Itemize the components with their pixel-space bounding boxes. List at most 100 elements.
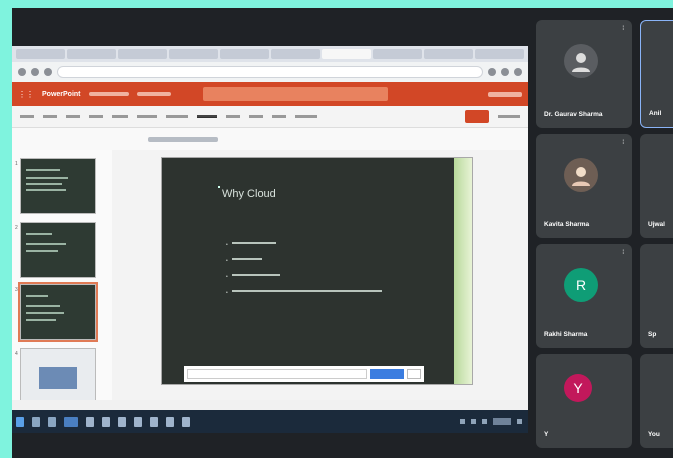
ribbon-command[interactable] <box>148 136 218 142</box>
app-icon[interactable] <box>86 416 94 427</box>
mic-off-icon: ⁞ <box>622 26 624 32</box>
ribbon-tab[interactable] <box>112 115 128 118</box>
participant-tile[interactable]: Anil <box>640 20 673 128</box>
extensions-icon[interactable] <box>501 68 509 76</box>
mic-off-icon: ⁞ <box>622 250 624 256</box>
slide-thumbnails: 1 2 3 4 <box>12 150 112 404</box>
slide-canvas[interactable]: Why Cloud <box>162 158 472 384</box>
app-name: PowerPoint <box>42 90 81 98</box>
app-icon[interactable] <box>134 416 142 427</box>
app-icon[interactable] <box>118 416 126 427</box>
slide-number: 3 <box>15 287 18 293</box>
search-icon[interactable] <box>32 416 40 427</box>
profile-icon[interactable] <box>514 68 522 76</box>
ribbon-tab-active[interactable] <box>197 115 217 118</box>
avatar <box>564 158 598 192</box>
battery-icon[interactable] <box>482 419 487 424</box>
participant-name: Ujwal <box>648 221 665 228</box>
network-icon[interactable] <box>460 419 465 424</box>
slide-number: 1 <box>15 161 18 167</box>
url-field[interactable] <box>57 66 483 78</box>
user-photo-icon <box>572 167 590 186</box>
forward-icon[interactable] <box>31 68 39 76</box>
thumbnail-image <box>39 367 77 389</box>
present-button[interactable] <box>465 110 489 123</box>
clock[interactable] <box>493 418 511 425</box>
mic-off-icon: ⁞ <box>622 140 624 146</box>
participant-tile[interactable]: ⁞ R Rakhi Sharma <box>536 244 632 348</box>
slide-bullet <box>226 290 382 296</box>
comments-button[interactable] <box>498 115 520 118</box>
ribbon-tab[interactable] <box>295 115 317 118</box>
file-name-extra <box>136 92 171 96</box>
app-icon[interactable] <box>166 416 174 427</box>
ribbon-tab[interactable] <box>249 115 263 118</box>
ribbon-tab[interactable] <box>226 115 240 118</box>
app-grid-icon[interactable]: ⋮⋮ <box>18 90 34 99</box>
browser-tab-active[interactable] <box>322 49 371 59</box>
ribbon-tab[interactable] <box>43 115 57 118</box>
browser-tab[interactable] <box>118 49 167 59</box>
participant-tile[interactable]: Ujwal <box>640 134 673 238</box>
reload-icon[interactable] <box>44 68 52 76</box>
participant-tile[interactable]: ⁞ Dr. Gaurav Sharma <box>536 20 632 128</box>
slide-thumbnail-selected[interactable]: 3 <box>15 282 98 342</box>
browser-tab[interactable] <box>67 49 116 59</box>
participant-tile[interactable]: Y Y <box>536 354 632 448</box>
slide-thumbnail[interactable]: 2 <box>15 222 96 278</box>
ribbon-tab[interactable] <box>137 115 157 118</box>
send-button[interactable] <box>370 369 404 379</box>
ribbon-tab[interactable] <box>272 115 286 118</box>
participant-tile[interactable]: ⁞ Kavita Sharma <box>536 134 632 238</box>
ribbon-tab[interactable] <box>66 115 80 118</box>
search-input[interactable] <box>202 87 388 101</box>
slide-thumbnail[interactable]: 1 <box>15 158 96 214</box>
app-icon[interactable] <box>102 416 110 427</box>
star-icon[interactable] <box>488 68 496 76</box>
browser-tab[interactable] <box>271 49 320 59</box>
meeting-window: ⋮⋮ PowerPoint 1 2 3 4 Why Cloud • • • • … <box>12 8 673 458</box>
browser-tab[interactable] <box>424 49 473 59</box>
volume-icon[interactable] <box>471 419 476 424</box>
close-button[interactable] <box>407 369 421 379</box>
ribbon-tab[interactable] <box>20 115 34 118</box>
browser-tab[interactable] <box>169 49 218 59</box>
back-icon[interactable] <box>18 68 26 76</box>
input-bar <box>184 366 424 382</box>
text-input[interactable] <box>187 369 367 379</box>
avatar <box>564 44 598 78</box>
participant-tile[interactable]: You <box>640 354 673 448</box>
browser-tab[interactable] <box>373 49 422 59</box>
title-marker <box>218 186 220 188</box>
browser-tab[interactable] <box>16 49 65 59</box>
taskbar <box>12 410 528 433</box>
file-explorer-icon[interactable] <box>64 416 78 427</box>
slide-number: 4 <box>15 351 18 357</box>
slide-title: Why Cloud <box>222 188 276 200</box>
avatar: R <box>564 268 598 302</box>
user-photo-icon <box>572 53 590 72</box>
slide-bullet <box>226 258 262 264</box>
participant-tile[interactable]: Sp <box>640 244 673 348</box>
browser-tab[interactable] <box>220 49 269 59</box>
participant-name: Rakhi Sharma <box>544 331 588 338</box>
slide-decoration <box>454 158 472 384</box>
slide-bullet <box>226 242 276 248</box>
participant-name: Anil <box>649 110 662 117</box>
browser-tab[interactable] <box>475 49 524 59</box>
powerpoint-titlebar: ⋮⋮ PowerPoint <box>12 82 528 106</box>
start-icon[interactable] <box>16 416 24 427</box>
participant-name: You <box>648 431 660 438</box>
address-bar <box>12 62 528 82</box>
ribbon-commands <box>12 128 528 150</box>
ribbon-tab[interactable] <box>89 115 103 118</box>
user-account[interactable] <box>488 91 522 97</box>
app-icon[interactable] <box>150 416 158 427</box>
app-icon[interactable] <box>182 416 190 427</box>
notifications-icon[interactable] <box>517 419 522 424</box>
file-name <box>88 92 129 96</box>
participant-name: Kavita Sharma <box>544 221 590 228</box>
task-view-icon[interactable] <box>48 416 56 427</box>
slide-thumbnail[interactable]: 4 <box>15 348 96 404</box>
ribbon-tab[interactable] <box>166 115 188 118</box>
